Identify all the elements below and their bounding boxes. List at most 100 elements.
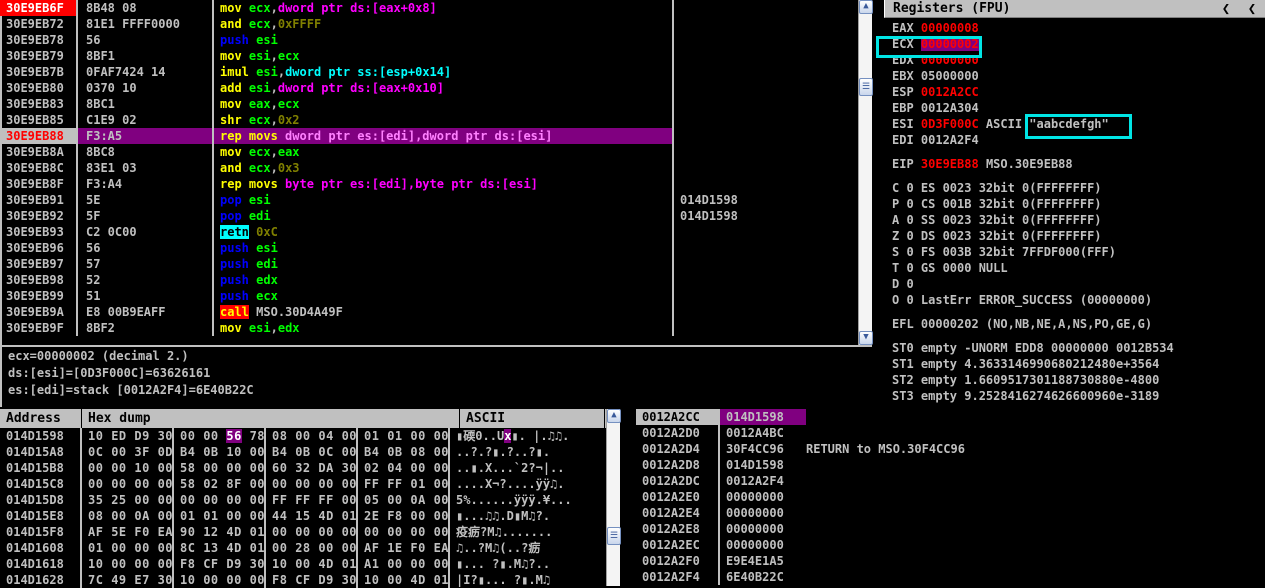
hex-dump-row[interactable]: 014D1598 10 ED D9 30 00 00 56 78 08 00 04 0… [0,428,620,444]
dump-byte[interactable]: 44 [272,509,287,523]
scroll-down-arrow[interactable]: ▼ [859,331,873,345]
dump-byte[interactable]: 00 [272,525,287,539]
disassembly-scrollbar[interactable]: ▲ ☰ ▼ [858,0,873,345]
stack-row[interactable]: 0012A2D0 0012A4BC [636,425,1265,441]
dump-byte[interactable]: 00 [180,429,195,443]
register-value[interactable]: 30E9EB88 [921,157,986,171]
flag-row-o[interactable]: O 0 LastErr ERROR_SUCCESS (00000000) [892,292,1265,308]
dump-byte[interactable]: 58 [180,477,195,491]
register-row-edi[interactable]: EDI 0012A2F4 [892,132,1265,148]
dump-byte[interactable]: 00 [158,461,173,475]
dump-byte[interactable]: 32 [295,461,310,475]
dump-byte[interactable]: 15 [295,509,310,523]
dump-byte[interactable]: 00 [434,429,449,443]
dump-byte[interactable]: 01 [342,509,357,523]
register-value[interactable]: 05000000 [921,69,979,83]
dump-byte[interactable]: 00 [342,525,357,539]
dump-byte[interactable]: 00 [88,461,103,475]
disasm-row[interactable]: 30E9EB6F 8B48 08 mov ecx,dword ptr ds:[eax… [0,0,858,16]
dump-byte[interactable]: 10 [364,573,379,587]
dump-byte[interactable]: 00 [342,445,357,459]
dump-byte[interactable]: E7 [134,573,149,587]
dump-scroll-up-arrow[interactable]: ▲ [607,409,621,423]
dump-byte[interactable]: 01 [88,541,103,555]
dump-byte[interactable]: 00 [342,541,357,555]
disasm-row[interactable]: 30E9EB99 51 push ecx [0,288,858,304]
dump-byte[interactable]: 00 [364,525,379,539]
scroll-up-arrow[interactable]: ▲ [859,0,873,14]
dump-byte[interactable]: 00 [250,445,265,459]
stack-row[interactable]: 0012A2D8 014D1598 [636,457,1265,473]
dump-byte[interactable]: 00 [410,509,425,523]
dump-byte[interactable]: 4D [318,509,333,523]
dump-byte[interactable]: 2E [364,509,379,523]
disasm-row[interactable]: 30E9EB9F 8BF2 mov esi,edx [0,320,858,336]
disasm-row[interactable]: 30E9EB93 C2 0C00 retn 0xC [0,224,858,240]
stack-row[interactable]: 0012A2DC 0012A2F4 [636,473,1265,489]
dump-byte[interactable]: 00 [111,509,126,523]
fpu-row-st2[interactable]: ST2 empty 1.6609517301188730880e-4800 [892,372,1265,388]
dump-byte[interactable]: 00 [434,493,449,507]
dump-byte[interactable]: 00 [226,573,241,587]
hex-dump-row[interactable]: 014D15A8 0C 00 3F 0D B4 0B 10 00 B4 0B 0C 0… [0,444,620,460]
dump-byte[interactable]: 00 [295,429,310,443]
dump-byte[interactable]: 00 [111,445,126,459]
dump-byte[interactable]: 4D [410,573,425,587]
dump-byte[interactable]: 00 [250,573,265,587]
register-row-esp[interactable]: ESP 0012A2CC [892,84,1265,100]
dump-byte[interactable]: D9 [318,573,333,587]
disasm-row[interactable]: 30E9EB72 81E1 FFFF0000 and ecx,0xFFFF [0,16,858,32]
hex-dump-row[interactable]: 014D15F8 AF 5E F0 EA 90 12 4D 01 00 00 00 0… [0,524,620,540]
dump-byte[interactable]: 30 [342,573,357,587]
dump-byte[interactable]: 00 [295,477,310,491]
disasm-row[interactable]: 30E9EB91 5E pop esi 014D1598 [0,192,858,208]
register-row-ebp[interactable]: EBP 0012A304 [892,100,1265,116]
disasm-row[interactable]: 30E9EB80 0370 10 add esi,dword ptr ds:[eax… [0,80,858,96]
dump-byte[interactable]: FF [364,477,379,491]
stack-row[interactable]: 0012A2F0 E9E4E1A5 [636,553,1265,569]
dump-byte[interactable]: 00 [88,477,103,491]
dump-scroll-thumb[interactable]: ☰ [607,527,621,545]
dump-byte[interactable]: 00 [295,525,310,539]
dump-byte[interactable]: 00 [387,493,402,507]
dump-byte[interactable]: 00 [434,461,449,475]
dump-byte[interactable]: CF [295,573,310,587]
dump-byte[interactable]: 10 [226,445,241,459]
disasm-row[interactable]: 30E9EB98 52 push edx [0,272,858,288]
dump-byte[interactable]: 00 [111,557,126,571]
dump-byte[interactable]: 00 [203,429,218,443]
flag-row-p[interactable]: P 0 CS 001B 32bit 0(FFFFFFFF) [892,196,1265,212]
dump-byte[interactable]: 10 [88,429,103,443]
dump-byte[interactable]: 00 [410,525,425,539]
dump-byte[interactable]: DA [318,461,333,475]
dump-byte[interactable]: 00 [342,429,357,443]
dump-byte[interactable]: F8 [387,509,402,523]
dump-byte[interactable]: 00 [226,461,241,475]
dump-byte[interactable]: 35 [88,493,103,507]
dump-byte[interactable]: 00 [158,509,173,523]
stack-row[interactable]: 0012A2D4 30F4CC96 RETURN to MSO.30F4CC96 [636,441,1265,457]
dump-byte[interactable]: 01 [203,509,218,523]
register-row-eip[interactable]: EIP 30E9EB88 MSO.30E9EB88 [892,156,1265,172]
dump-byte[interactable]: 00 [250,477,265,491]
disasm-row[interactable]: 30E9EB8A 8BC8 mov ecx,eax [0,144,858,160]
hex-dump-rows[interactable]: 014D1598 10 ED D9 30 00 00 56 78 08 00 04 0… [0,428,620,588]
register-value[interactable]: 0012A304 [921,101,979,115]
dump-byte[interactable]: 04 [318,429,333,443]
flag-row-a[interactable]: A 0 SS 0023 32bit 0(FFFFFFFF) [892,212,1265,228]
dump-byte[interactable]: 00 [410,461,425,475]
dump-byte[interactable]: 00 [250,461,265,475]
dump-byte[interactable]: ED [111,429,126,443]
dump-byte[interactable]: D9 [134,429,149,443]
dump-byte[interactable]: 00 [111,477,126,491]
chevron-left-icon-2[interactable]: ❮ [1239,0,1265,18]
dump-byte[interactable]: 1E [387,541,402,555]
dump-byte[interactable]: 10 [272,557,287,571]
dump-byte[interactable]: 0B [203,445,218,459]
dump-byte[interactable]: 00 [318,477,333,491]
dump-byte[interactable]: AF [88,525,103,539]
stack-row[interactable]: 0012A2E4 00000000 [636,505,1265,521]
dump-byte[interactable]: 10 [134,461,149,475]
dump-byte[interactable]: 00 [318,541,333,555]
dump-byte[interactable]: 00 [410,429,425,443]
